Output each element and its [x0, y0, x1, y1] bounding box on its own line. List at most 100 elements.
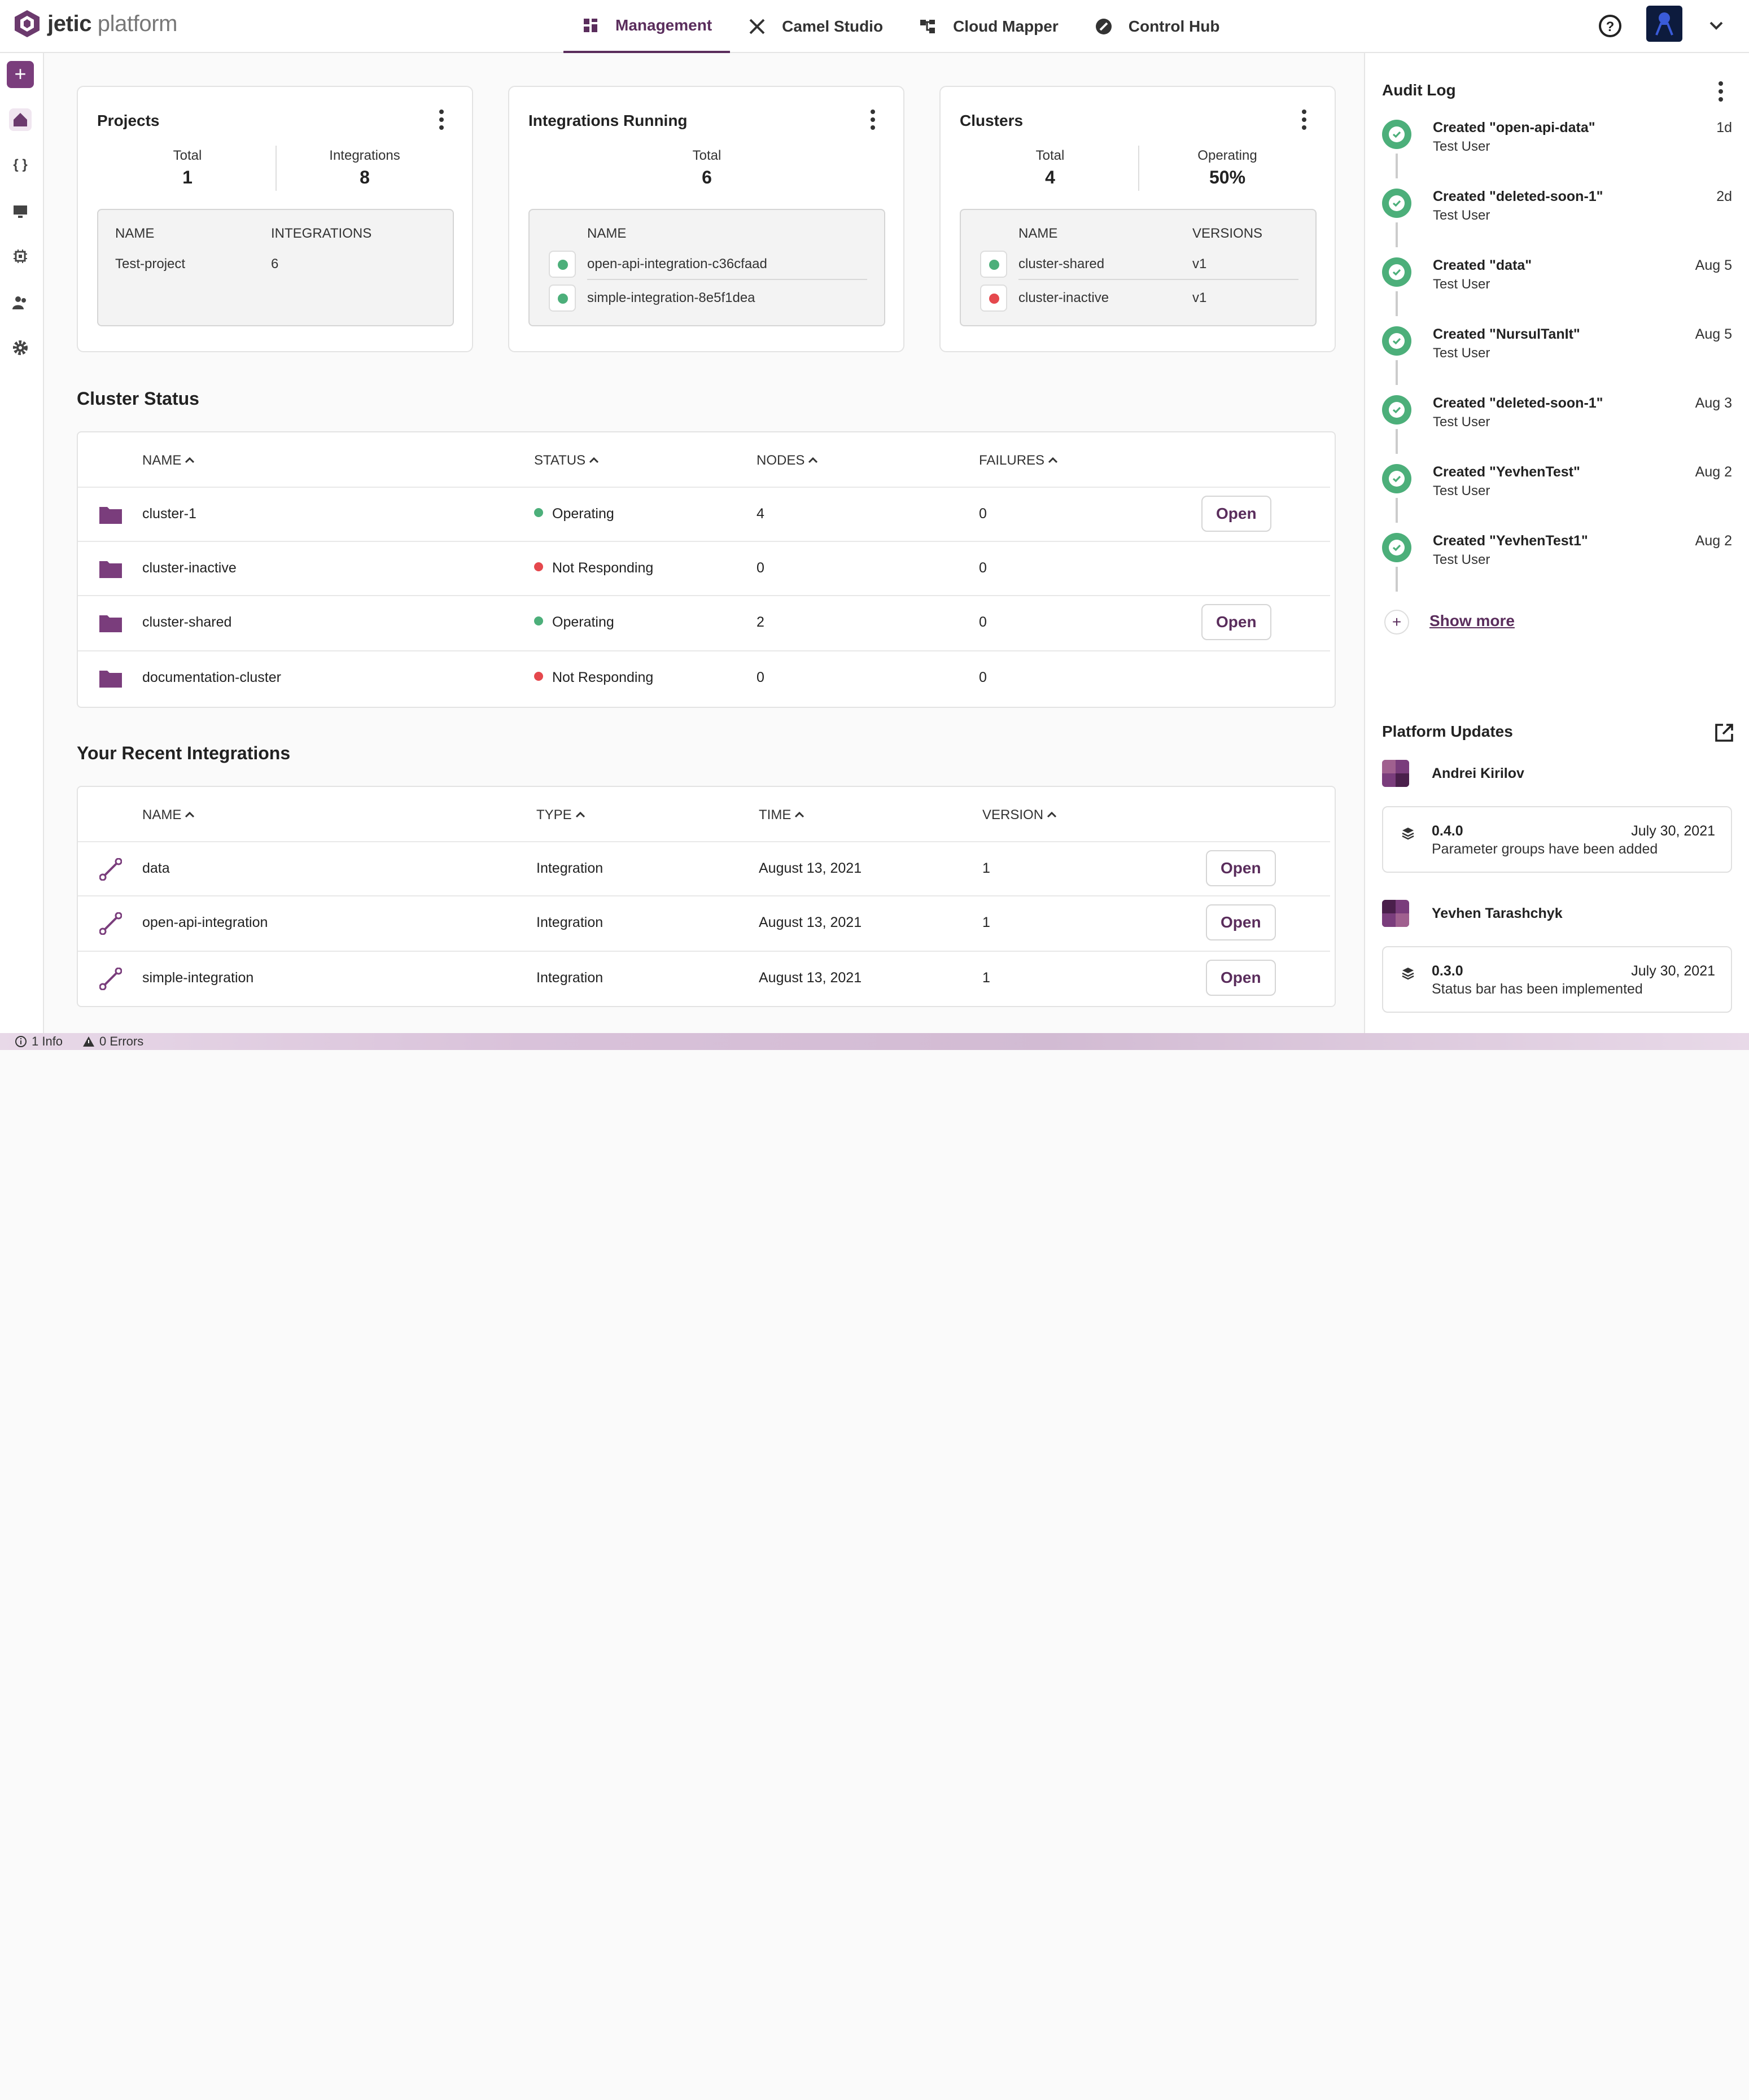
table-row: cluster-1 Operating 4 0 Open — [78, 487, 1330, 541]
open-button[interactable]: Open — [1201, 604, 1271, 640]
status-dot — [534, 508, 543, 517]
timeline-line — [1396, 360, 1398, 385]
open-button[interactable]: Open — [1206, 904, 1276, 940]
errors-status[interactable]: 0 Errors — [82, 1034, 143, 1049]
hub-icon — [1095, 19, 1112, 34]
sort-header-version[interactable]: VERSION — [982, 807, 1057, 823]
check-icon — [1382, 326, 1411, 356]
integration-name[interactable]: open-api-integration-c36cfaad — [587, 256, 767, 272]
sort-header-time[interactable]: TIME — [759, 807, 804, 823]
chevron-up-icon — [589, 457, 599, 463]
warning-icon — [83, 1036, 94, 1047]
stat-label: Total — [173, 148, 202, 163]
audit-time: Aug 2 — [1695, 464, 1732, 480]
tab-label: Cloud Mapper — [953, 18, 1059, 35]
update-card: 0.3.0 July 30, 2021 Status bar has been … — [1382, 946, 1732, 1013]
sort-header-nodes[interactable]: NODES — [757, 453, 818, 469]
integration-type: Integration — [536, 970, 604, 986]
sidebar-item-chip[interactable] — [9, 245, 32, 268]
sidebar-item-settings[interactable] — [9, 336, 32, 359]
kebab-menu-icon[interactable] — [871, 110, 875, 130]
cluster-status: Operating — [534, 506, 614, 522]
timeline-line — [1396, 154, 1398, 178]
stat-value: 8 — [360, 167, 370, 187]
tab-control-hub[interactable]: Control Hub — [1077, 0, 1238, 53]
sidebar-item-code[interactable]: { } — [9, 154, 32, 176]
table-row: cluster-shared Operating 2 0 Open — [78, 595, 1330, 649]
cluster-name: cluster-shared — [142, 614, 232, 630]
plus-icon[interactable]: + — [1384, 610, 1409, 635]
update-version: 0.4.0 — [1432, 823, 1463, 839]
open-button[interactable]: Open — [1206, 960, 1276, 996]
sort-header-name[interactable]: NAME — [142, 453, 195, 469]
audit-log-item: Created "open-api-data" Test User 1d — [1382, 120, 1732, 190]
tab-camel-studio[interactable]: Camel Studio — [730, 0, 901, 53]
sidebar-item-home[interactable] — [9, 108, 32, 131]
monitor-icon — [14, 205, 27, 218]
integration-name: open-api-integration — [142, 915, 268, 930]
user-avatar[interactable] — [1646, 6, 1682, 42]
integrations-running-card: Integrations Running Total 6 NAME open-a… — [508, 86, 904, 352]
stat-total: Total 6 — [622, 148, 792, 188]
folder-icon — [99, 561, 122, 578]
audit-time: Aug 5 — [1695, 326, 1732, 342]
integration-name: data — [142, 860, 170, 876]
audit-user: Test User — [1433, 208, 1490, 223]
status-dot — [534, 672, 543, 681]
error-count: 0 Errors — [99, 1034, 144, 1048]
table-row: cluster-inactive Not Responding 0 0 — [78, 541, 1330, 595]
chip-icon — [14, 250, 27, 263]
project-name[interactable]: Test-project — [115, 256, 185, 272]
sidebar-item-monitor[interactable] — [9, 200, 32, 222]
open-button[interactable]: Open — [1201, 496, 1271, 532]
kebab-menu-icon[interactable] — [1719, 81, 1723, 102]
chevron-down-icon[interactable] — [1706, 16, 1726, 36]
stat-value: 1 — [182, 167, 193, 187]
add-button[interactable]: + — [7, 61, 34, 88]
audit-log-item: Created "NursulTanIt" Test User Aug 5 — [1382, 326, 1732, 396]
clusters-table: NAME VERSIONS cluster-shared v1 cluster-… — [960, 209, 1317, 326]
svg-text:?: ? — [1606, 19, 1615, 34]
cluster-name[interactable]: cluster-inactive — [1018, 290, 1109, 306]
status-label: Not Responding — [552, 560, 654, 576]
cluster-version: v1 — [1192, 256, 1207, 272]
sidebar-item-users[interactable] — [9, 291, 32, 314]
cluster-failures: 0 — [979, 560, 987, 576]
author-name: Yevhen Tarashchyk — [1432, 905, 1563, 921]
audit-time: Aug 3 — [1695, 395, 1732, 411]
tab-management[interactable]: Management — [563, 0, 731, 53]
cluster-name[interactable]: cluster-shared — [1018, 256, 1104, 272]
sort-header-failures[interactable]: FAILURES — [979, 453, 1058, 469]
main-nav: Management Camel Studio Cloud Mapper Con… — [563, 0, 1238, 53]
logo[interactable]: jetic platform — [14, 9, 177, 38]
sort-header-name[interactable]: NAME — [142, 807, 195, 823]
help-icon[interactable]: ? — [1598, 14, 1623, 38]
tab-cloud-mapper[interactable]: Cloud Mapper — [901, 0, 1077, 53]
audit-user: Test User — [1433, 483, 1490, 498]
tools-icon — [749, 19, 765, 34]
card-title: Integrations Running — [528, 112, 688, 129]
external-link-icon[interactable] — [1714, 723, 1734, 743]
table-row: data Integration August 13, 2021 1 Open — [78, 841, 1330, 895]
cluster-version: v1 — [1192, 290, 1207, 305]
audit-user: Test User — [1433, 277, 1490, 292]
platform-updates-title: Platform Updates — [1382, 723, 1513, 740]
kebab-menu-icon[interactable] — [439, 110, 444, 130]
kebab-menu-icon[interactable] — [1302, 110, 1306, 130]
integration-name[interactable]: simple-integration-8e5f1dea — [587, 290, 755, 306]
sort-header-type[interactable]: TYPE — [536, 807, 585, 823]
header-label: FAILURES — [979, 453, 1045, 468]
integration-route-icon — [99, 912, 122, 935]
status-indicator — [980, 251, 1007, 278]
audit-title: Created "deleted-soon-1" — [1433, 189, 1603, 204]
audit-time: 1d — [1716, 120, 1732, 135]
divider — [276, 146, 277, 191]
info-count: 1 Info — [32, 1034, 63, 1048]
show-more-link[interactable]: Show more — [1429, 612, 1515, 630]
info-status[interactable]: 1 Info — [15, 1034, 63, 1049]
audit-user: Test User — [1433, 345, 1490, 361]
update-description: Parameter groups have been added — [1432, 841, 1658, 857]
open-button[interactable]: Open — [1206, 850, 1276, 886]
sort-header-status[interactable]: STATUS — [534, 453, 599, 469]
grid-icon — [584, 19, 597, 32]
